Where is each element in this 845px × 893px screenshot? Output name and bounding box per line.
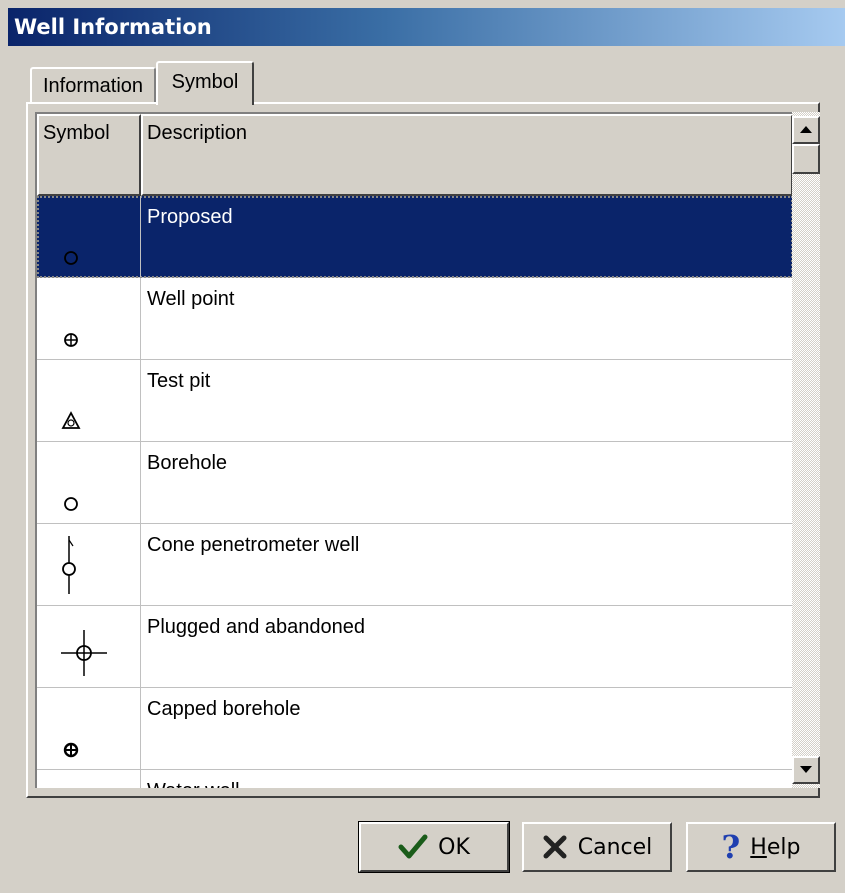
x-icon bbox=[543, 835, 567, 859]
tab-information[interactable]: Information bbox=[30, 67, 156, 103]
description-cell: Borehole bbox=[147, 452, 228, 474]
window-title: Well Information bbox=[8, 8, 845, 46]
symbol-cell bbox=[37, 360, 141, 441]
table-row[interactable]: Proposed bbox=[37, 196, 793, 278]
table-row[interactable]: Water well bbox=[37, 770, 793, 788]
table-row[interactable]: Capped borehole bbox=[37, 688, 793, 770]
circle-plus-icon bbox=[64, 333, 78, 347]
description-cell: Plugged and abandoned bbox=[147, 616, 365, 638]
question-icon: ? bbox=[721, 828, 741, 866]
description-cell: Cone penetrometer well bbox=[147, 534, 360, 556]
grid-rows: Proposed Well point Test pit Borehole Co… bbox=[37, 196, 793, 788]
table-row[interactable]: Well point bbox=[37, 278, 793, 360]
table-row[interactable]: Plugged and abandoned bbox=[37, 606, 793, 688]
table-row[interactable]: Test pit bbox=[37, 360, 793, 442]
description-cell: Capped borehole bbox=[147, 698, 301, 720]
triangle-icon bbox=[61, 411, 81, 429]
symbol-grid[interactable]: Symbol Description Proposed Well point T… bbox=[35, 112, 793, 788]
arrow-down-icon bbox=[800, 766, 812, 773]
table-row[interactable]: Cone penetrometer well bbox=[37, 524, 793, 606]
cancel-button[interactable]: Cancel bbox=[522, 822, 672, 872]
symbol-cell bbox=[37, 278, 141, 359]
symbol-cell bbox=[37, 524, 141, 605]
ok-label: OK bbox=[438, 834, 470, 860]
symbol-cell bbox=[37, 196, 141, 277]
circle-vertical-line-icon bbox=[62, 536, 76, 594]
table-row[interactable]: Borehole bbox=[37, 442, 793, 524]
description-cell: Water well bbox=[141, 770, 793, 788]
vertical-scrollbar[interactable] bbox=[792, 112, 820, 788]
column-header-symbol[interactable]: Symbol bbox=[37, 114, 141, 196]
small-circle-icon bbox=[64, 251, 78, 265]
well-icon bbox=[37, 770, 141, 788]
scroll-down-button[interactable] bbox=[792, 756, 820, 784]
scroll-thumb[interactable] bbox=[792, 144, 820, 174]
scroll-up-button[interactable] bbox=[792, 116, 820, 144]
symbol-cell bbox=[37, 606, 141, 687]
checkmark-icon bbox=[398, 834, 428, 859]
symbol-cell bbox=[37, 770, 141, 788]
circle-icon bbox=[64, 497, 78, 511]
ok-button[interactable]: OK bbox=[358, 821, 510, 873]
symbol-cell bbox=[37, 688, 141, 769]
help-button[interactable]: ? Help bbox=[686, 822, 836, 872]
help-label: Help bbox=[750, 834, 801, 860]
description-cell: Well point bbox=[147, 288, 235, 310]
cancel-label: Cancel bbox=[577, 834, 653, 860]
circle-plus-bold-icon bbox=[63, 742, 79, 758]
tab-symbol[interactable]: Symbol bbox=[156, 61, 254, 105]
crosshair-circle-icon bbox=[61, 630, 107, 676]
description-cell: Test pit bbox=[147, 370, 211, 392]
column-header-description[interactable]: Description bbox=[141, 114, 793, 196]
description-cell: Proposed bbox=[147, 206, 233, 228]
symbol-cell bbox=[37, 442, 141, 523]
arrow-up-icon bbox=[800, 126, 812, 133]
